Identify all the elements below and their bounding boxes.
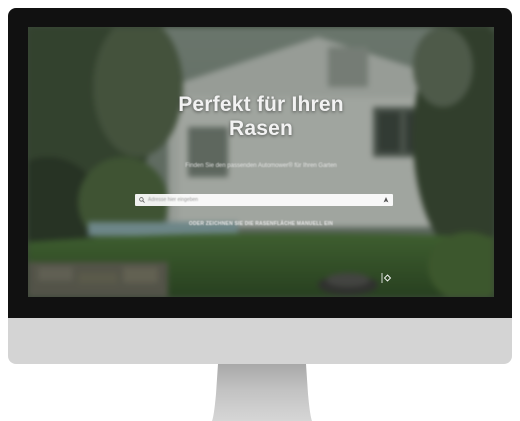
background-overlay <box>28 27 494 297</box>
desktop-mockup: Perfekt für Ihren Rasen Finden Sie den p… <box>0 0 520 421</box>
website-screen: Perfekt für Ihren Rasen Finden Sie den p… <box>28 27 494 297</box>
crosshair-icon[interactable] <box>383 197 389 203</box>
hero-title-line-2: Rasen <box>228 117 294 140</box>
draw-lawn-manually-link[interactable]: ODER ZEICHNEN SIE DIE RASENFLÄCHE MANUEL… <box>28 221 494 227</box>
hero-subtitle: Finden Sie den passenden Automower® für … <box>185 163 337 169</box>
address-search-box[interactable] <box>135 194 393 206</box>
hero-title-line-1: Perfekt für Ihren <box>178 93 344 116</box>
hero-title: Perfekt für Ihren Rasen <box>28 93 494 141</box>
address-search-input[interactable] <box>145 195 383 205</box>
monitor-stand <box>212 364 312 421</box>
monitor-chin <box>8 318 512 364</box>
location-marker-icon <box>380 271 392 283</box>
